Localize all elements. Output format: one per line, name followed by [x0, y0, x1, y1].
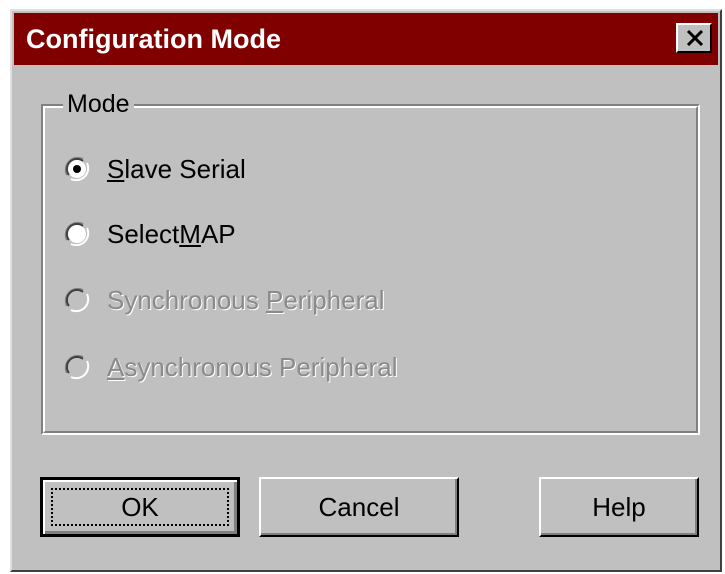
- close-x-icon: [686, 30, 704, 46]
- title-bar[interactable]: Configuration Mode: [14, 13, 718, 65]
- radio-button-selected-icon[interactable]: [63, 155, 91, 183]
- radio-button-disabled-icon: [63, 353, 91, 381]
- radio-button-icon[interactable]: [63, 220, 91, 248]
- radio-button-disabled-icon: [63, 286, 91, 314]
- radio-label-slave-serial: Slave Serial: [107, 154, 246, 184]
- radio-label-asynchronous-peripheral: Asynchronous Peripheral: [107, 352, 398, 382]
- radio-asynchronous-peripheral: Asynchronous Peripheral: [63, 350, 398, 384]
- help-button-label: Help: [592, 491, 646, 522]
- help-button[interactable]: Help: [539, 477, 699, 537]
- radio-synchronous-peripheral: Synchronous Peripheral: [63, 283, 385, 317]
- window-title: Configuration Mode: [26, 24, 281, 54]
- mode-group-label: Mode: [63, 90, 134, 118]
- ok-button[interactable]: OK: [40, 477, 240, 537]
- configuration-mode-dialog: Configuration Mode Mode Slave Serial Sel…: [10, 9, 722, 572]
- cancel-button-label: Cancel: [318, 491, 400, 522]
- radio-slave-serial[interactable]: Slave Serial: [63, 152, 246, 186]
- mode-groupbox: Mode Slave Serial SelectMAP Synchronous …: [41, 90, 700, 435]
- radio-selectmap[interactable]: SelectMAP: [63, 217, 236, 251]
- cancel-button[interactable]: Cancel: [259, 477, 459, 537]
- focus-rectangle: [51, 488, 229, 526]
- radio-label-selectmap: SelectMAP: [107, 219, 236, 249]
- close-button[interactable]: [676, 23, 712, 53]
- radio-label-synchronous-peripheral: Synchronous Peripheral: [107, 285, 385, 315]
